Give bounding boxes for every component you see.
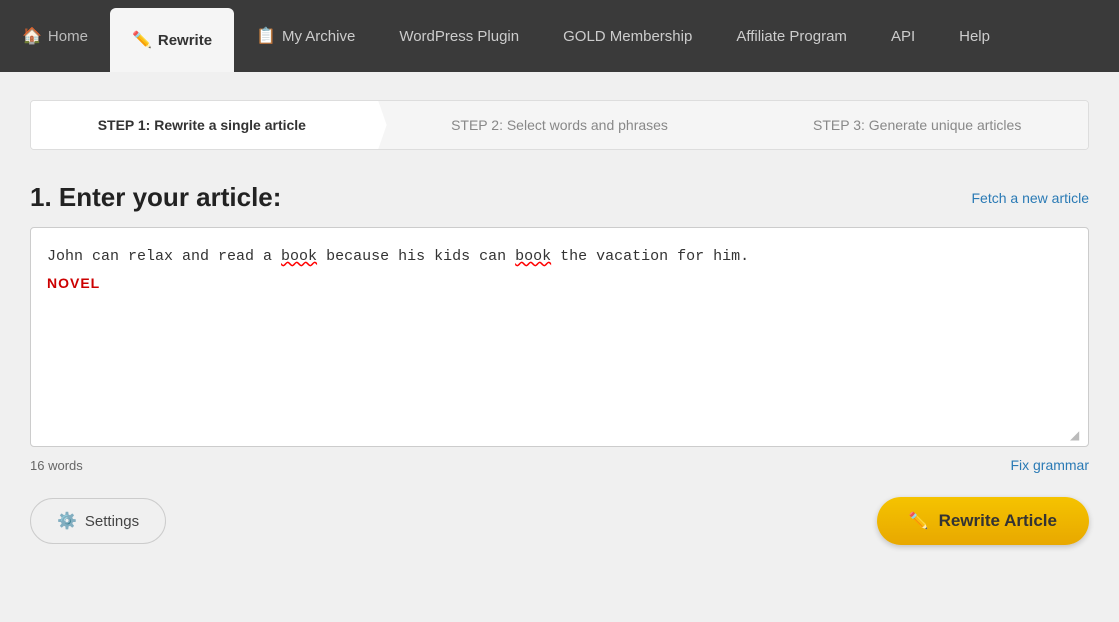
article-input-area: John can relax and read a book because h… bbox=[30, 227, 1089, 447]
gear-icon: ⚙️ bbox=[57, 511, 77, 531]
steps-bar: STEP 1: Rewrite a single article STEP 2:… bbox=[30, 100, 1089, 150]
nav-item-gold-membership[interactable]: GOLD Membership bbox=[541, 0, 714, 72]
pencil-nav-icon: ✏️ bbox=[132, 30, 152, 50]
nav-item-my-archive[interactable]: 📋 My Archive bbox=[234, 0, 377, 72]
nav-item-wordpress-plugin[interactable]: WordPress Plugin bbox=[377, 0, 541, 72]
fix-grammar-link[interactable]: Fix grammar bbox=[1010, 457, 1089, 473]
home-icon: 🏠 bbox=[22, 26, 42, 46]
article-text-display[interactable]: John can relax and read a book because h… bbox=[47, 244, 1072, 434]
autocorrect-popup: NOVEL bbox=[47, 272, 100, 296]
spellcheck-word-book1: book bbox=[281, 248, 317, 265]
step-2[interactable]: STEP 2: Select words and phrases bbox=[373, 101, 731, 149]
nav-item-help[interactable]: Help bbox=[937, 0, 1012, 72]
rewrite-pencil-icon: ✏️ bbox=[909, 511, 929, 531]
step-3[interactable]: STEP 3: Generate unique articles bbox=[730, 101, 1088, 149]
step-1[interactable]: STEP 1: Rewrite a single article bbox=[31, 101, 373, 149]
fetch-new-article-link[interactable]: Fetch a new article bbox=[972, 190, 1090, 206]
archive-icon: 📋 bbox=[256, 26, 276, 46]
bottom-buttons: ⚙️ Settings ✏️ Rewrite Article bbox=[30, 497, 1089, 545]
nav-item-affiliate-program[interactable]: Affiliate Program bbox=[714, 0, 869, 72]
rewrite-article-button[interactable]: ✏️ Rewrite Article bbox=[877, 497, 1089, 545]
spellcheck-word-book2: book bbox=[515, 248, 551, 265]
page-title: 1. Enter your article: bbox=[30, 182, 281, 213]
nav-item-api[interactable]: API bbox=[869, 0, 937, 72]
word-count-row: 16 words Fix grammar bbox=[30, 457, 1089, 473]
nav-item-rewrite[interactable]: ✏️ Rewrite bbox=[110, 8, 234, 72]
section-header: 1. Enter your article: Fetch a new artic… bbox=[30, 182, 1089, 213]
settings-button[interactable]: ⚙️ Settings bbox=[30, 498, 166, 544]
nav-item-home[interactable]: 🏠 Home bbox=[0, 0, 110, 72]
main-content: STEP 1: Rewrite a single article STEP 2:… bbox=[0, 72, 1119, 622]
word-count-label: 16 words bbox=[30, 458, 83, 473]
resize-handle[interactable]: ◢ bbox=[1070, 428, 1084, 442]
navbar: 🏠 Home ✏️ Rewrite 📋 My Archive WordPress… bbox=[0, 0, 1119, 72]
